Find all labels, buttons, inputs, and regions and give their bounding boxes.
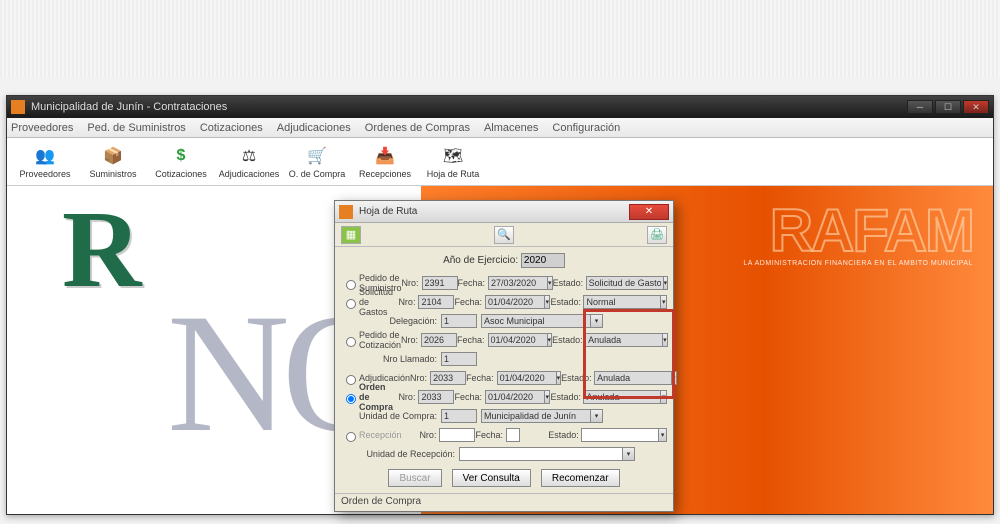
route-icon: 🗺 xyxy=(442,145,464,167)
radio-pedido-cotizacion[interactable] xyxy=(346,337,356,347)
pedsum-nro[interactable] xyxy=(422,276,458,290)
box-icon: 📦 xyxy=(102,145,124,167)
chevron-down-icon[interactable]: ▾ xyxy=(664,276,669,290)
dialog-print-button[interactable]: 🖨 xyxy=(647,226,667,244)
buscar-button[interactable]: Buscar xyxy=(388,469,441,487)
inbox-icon: 📥 xyxy=(374,145,396,167)
menu-adjudicaciones[interactable]: Adjudicaciones xyxy=(277,122,351,134)
tb-cotizaciones[interactable]: $Cotizaciones xyxy=(147,139,215,185)
titlebar: Municipalidad de Junín - Contrataciones … xyxy=(7,96,993,118)
radio-orden-compra[interactable] xyxy=(346,394,356,404)
solgas-nro[interactable] xyxy=(418,295,454,309)
money-icon: $ xyxy=(170,145,192,167)
rafam-logo: RAFAM xyxy=(770,196,973,265)
app-icon xyxy=(11,100,25,114)
chevron-down-icon[interactable]: ▾ xyxy=(672,371,677,385)
nrollam[interactable] xyxy=(441,352,477,366)
chevron-down-icon[interactable]: ▾ xyxy=(591,314,603,328)
chevron-down-icon[interactable]: ▾ xyxy=(659,428,667,442)
year-field[interactable] xyxy=(521,253,565,268)
label-orden-compra: Orden de Compra xyxy=(359,382,398,412)
dialog-toolbar: ▦ 🔍 🖨 xyxy=(335,223,673,247)
dialog-status: Orden de Compra xyxy=(335,493,673,511)
recomenzar-button[interactable]: Recomenzar xyxy=(541,469,620,487)
dialog-hoja-de-ruta: Hoja de Ruta ✕ ▦ 🔍 🖨 Año de Ejercicio: P… xyxy=(334,200,674,512)
label-solicitud-gastos: Solicitud de Gastos xyxy=(359,287,398,317)
menu-ped-suministros[interactable]: Ped. de Suministros xyxy=(87,122,185,134)
menu-proveedores[interactable]: Proveedores xyxy=(11,122,73,134)
unirec[interactable] xyxy=(459,447,623,461)
dialog-titlebar: Hoja de Ruta ✕ xyxy=(335,201,673,223)
pedsum-fecha[interactable] xyxy=(488,276,548,290)
chevron-down-icon[interactable]: ▾ xyxy=(661,295,667,309)
dialog-close-button[interactable]: ✕ xyxy=(629,204,669,220)
adj-estado[interactable] xyxy=(594,371,672,385)
dialog-search-button[interactable]: 🔍 xyxy=(494,226,514,244)
oc-nro[interactable] xyxy=(418,390,454,404)
ver-consulta-button[interactable]: Ver Consulta xyxy=(452,469,531,487)
minimize-button[interactable]: ─ xyxy=(907,100,933,114)
dialog-icon xyxy=(339,205,353,219)
menu-ordenes-compras[interactable]: Ordenes de Compras xyxy=(365,122,470,134)
chevron-down-icon[interactable]: ▾ xyxy=(663,333,668,347)
tb-o-compra[interactable]: 🛒O. de Compra xyxy=(283,139,351,185)
rec-estado[interactable] xyxy=(581,428,659,442)
dialog-title: Hoja de Ruta xyxy=(359,206,417,217)
chevron-down-icon[interactable]: ▾ xyxy=(661,390,667,404)
menu-cotizaciones[interactable]: Cotizaciones xyxy=(200,122,263,134)
window-title: Municipalidad de Junín - Contrataciones xyxy=(31,101,227,113)
tb-suministros[interactable]: 📦Suministros xyxy=(79,139,147,185)
label-recepcion: Recepción xyxy=(359,430,418,440)
solgas-fecha[interactable] xyxy=(485,295,545,309)
year-label: Año de Ejercicio: xyxy=(443,255,518,266)
maximize-button[interactable]: ☐ xyxy=(935,100,961,114)
menu-configuracion[interactable]: Configuración xyxy=(552,122,620,134)
solgas-estado[interactable] xyxy=(583,295,661,309)
tb-adjudicaciones[interactable]: ⚖Adjudicaciones xyxy=(215,139,283,185)
radio-pedido-suministro[interactable] xyxy=(346,280,356,290)
radio-adjudicacion[interactable] xyxy=(346,375,356,385)
logo-r: R xyxy=(62,186,141,313)
oc-fecha[interactable] xyxy=(485,390,545,404)
label-pedido-cotizacion: Pedido de Cotización xyxy=(359,330,401,350)
chevron-down-icon[interactable]: ▾ xyxy=(623,447,635,461)
tb-hoja-ruta[interactable]: 🗺Hoja de Ruta xyxy=(419,139,487,185)
radio-solicitud-gastos[interactable] xyxy=(346,299,356,309)
radio-recepcion[interactable] xyxy=(346,432,356,442)
pedcot-fecha[interactable] xyxy=(488,333,548,347)
toolbar: 👥Proveedores 📦Suministros $Cotizaciones … xyxy=(7,138,993,186)
unicom-nro[interactable] xyxy=(441,409,477,423)
tb-recepciones[interactable]: 📥Recepciones xyxy=(351,139,419,185)
rec-fecha[interactable] xyxy=(506,428,520,442)
menubar: Proveedores Ped. de Suministros Cotizaci… xyxy=(7,118,993,138)
chevron-down-icon[interactable]: ▾ xyxy=(591,409,603,423)
adj-fecha[interactable] xyxy=(497,371,557,385)
dialog-new-button[interactable]: ▦ xyxy=(341,226,361,244)
deleg-nro[interactable] xyxy=(441,314,477,328)
menu-almacenes[interactable]: Almacenes xyxy=(484,122,538,134)
unicom-desc[interactable] xyxy=(481,409,591,423)
close-button[interactable]: ✕ xyxy=(963,100,989,114)
pedsum-estado[interactable] xyxy=(586,276,664,290)
oc-estado[interactable] xyxy=(583,390,661,404)
pedcot-nro[interactable] xyxy=(421,333,457,347)
rec-nro[interactable] xyxy=(439,428,475,442)
tb-proveedores[interactable]: 👥Proveedores xyxy=(11,139,79,185)
adj-nro[interactable] xyxy=(430,371,466,385)
gavel-icon: ⚖ xyxy=(238,145,260,167)
pedcot-estado[interactable] xyxy=(585,333,663,347)
people-icon: 👥 xyxy=(34,145,56,167)
deleg-desc[interactable] xyxy=(481,314,591,328)
cart-icon: 🛒 xyxy=(306,145,328,167)
rafam-subtitle: LA ADMINISTRACION FINANCIERA EN EL AMBIT… xyxy=(743,260,973,267)
